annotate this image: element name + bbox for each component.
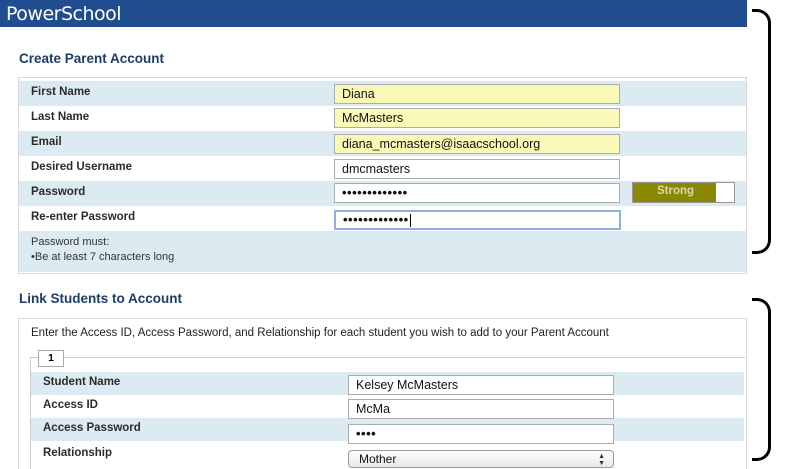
student-name-input[interactable]: Kelsey McMasters bbox=[348, 375, 614, 395]
reenter-password-label: Re-enter Password bbox=[31, 211, 136, 223]
email-input[interactable]: diana_mcmasters@isaacschool.org bbox=[334, 134, 620, 154]
relationship-selected-value: Mother bbox=[359, 452, 397, 466]
student-number-badge: 1 bbox=[38, 350, 64, 367]
password-rules: Password must: •Be at least 7 characters… bbox=[19, 231, 746, 272]
username-input[interactable]: dmcmasters bbox=[334, 159, 620, 179]
username-label: Desired Username bbox=[31, 161, 132, 173]
password-rule-item: •Be at least 7 characters long bbox=[31, 251, 175, 263]
first-name-label: First Name bbox=[31, 86, 91, 98]
link-students-heading: Link Students to Account bbox=[19, 291, 182, 306]
reenter-password-value: ••••••••••••• bbox=[343, 212, 409, 227]
bracket-annotation-top bbox=[752, 9, 771, 254]
access-password-label: Access Password bbox=[43, 422, 141, 434]
powerschool-logo: PowerSchool bbox=[6, 3, 122, 25]
password-rules-title: Password must: bbox=[31, 236, 110, 248]
bracket-annotation-bottom bbox=[752, 298, 771, 461]
password-strength-meter: Strong bbox=[632, 182, 735, 203]
create-account-heading: Create Parent Account bbox=[19, 51, 165, 66]
app-header: PowerSchool bbox=[0, 0, 747, 27]
relationship-select[interactable]: Mother ▲ ▼ bbox=[348, 450, 614, 468]
text-caret bbox=[409, 214, 411, 228]
relationship-label: Relationship bbox=[43, 447, 113, 459]
password-strength-label: Strong bbox=[657, 185, 695, 197]
last-name-input[interactable]: McMasters bbox=[334, 108, 620, 128]
reenter-password-input[interactable]: ••••••••••••• bbox=[334, 210, 621, 230]
last-name-label: Last Name bbox=[31, 111, 90, 123]
select-arrows-icon: ▲ ▼ bbox=[598, 453, 605, 467]
student-name-label: Student Name bbox=[43, 376, 121, 388]
password-input[interactable]: ••••••••••••• bbox=[334, 183, 620, 203]
access-id-input[interactable]: McMa bbox=[348, 399, 614, 419]
link-students-intro: Enter the Access ID, Access Password, an… bbox=[31, 327, 609, 339]
access-password-input[interactable]: •••• bbox=[348, 424, 614, 444]
password-label: Password bbox=[31, 186, 86, 198]
access-id-label: Access ID bbox=[43, 399, 98, 411]
email-label: Email bbox=[31, 136, 62, 148]
first-name-input[interactable]: Diana bbox=[334, 84, 620, 104]
